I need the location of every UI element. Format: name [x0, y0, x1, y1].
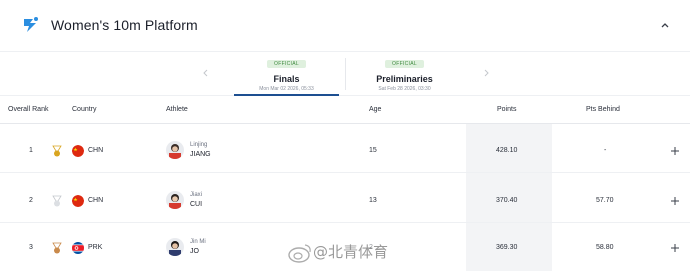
- tab-date: Mon Mar 02 2026, 05:33: [259, 86, 314, 92]
- gold-medal-icon: [52, 145, 62, 157]
- pts-behind: 58.80: [596, 244, 614, 251]
- athlete-avatar: [166, 238, 184, 256]
- event-title: Women's 10m Platform: [51, 17, 198, 33]
- tab-date: Sat Feb 28 2026, 03:30: [378, 86, 431, 92]
- points: 370.40: [496, 197, 518, 204]
- silver-medal-icon: [52, 195, 62, 207]
- athlete-avatar: [166, 191, 184, 209]
- flag-chn-icon: [72, 145, 84, 157]
- athlete-avatar: [166, 141, 184, 159]
- athlete-last-name[interactable]: JIANG: [190, 151, 211, 158]
- tab-divider: [345, 58, 346, 90]
- country-code: CHN: [88, 147, 104, 154]
- athlete-first-name: Jin Mi: [190, 239, 206, 245]
- status-badge: OFFICIAL: [267, 60, 306, 68]
- country-code: PRK: [88, 244, 103, 251]
- col-country[interactable]: Country: [72, 106, 97, 113]
- table-row[interactable]: 2 CHN Jiaxi CUI 13 370.40 57.70: [0, 174, 690, 223]
- rank: 1: [29, 147, 33, 154]
- results-table-header: Overall Rank Country Athlete Age Points …: [0, 96, 690, 124]
- expand-plus-icon[interactable]: [670, 196, 680, 206]
- age: 15: [369, 147, 377, 154]
- table-row[interactable]: 1 CHN Linjing JIANG 15 428.10 -: [0, 124, 690, 173]
- col-points[interactable]: Points: [497, 106, 516, 113]
- col-age[interactable]: Age: [369, 106, 381, 113]
- expand-plus-icon[interactable]: [670, 146, 680, 156]
- flag-chn-icon: [72, 195, 84, 207]
- chevron-up-icon[interactable]: [659, 20, 671, 30]
- event-header: Women's 10m Platform: [0, 0, 690, 52]
- rank: 3: [29, 244, 33, 251]
- age: 13: [369, 197, 377, 204]
- pts-behind: -: [604, 147, 607, 154]
- tab-label: Preliminaries: [376, 74, 433, 84]
- athlete-last-name[interactable]: CUI: [190, 201, 202, 208]
- athlete-last-name[interactable]: JO: [190, 248, 199, 255]
- bronze-medal-icon: [52, 242, 62, 254]
- athlete-first-name: Jiaxi: [190, 192, 203, 198]
- chevron-left-icon[interactable]: [201, 67, 211, 79]
- pts-behind: 57.70: [596, 197, 614, 204]
- tab-label: Finals: [273, 74, 300, 84]
- flag-prk-icon: [72, 242, 84, 254]
- watermark: @北青体育: [313, 243, 389, 261]
- expand-plus-icon[interactable]: [670, 243, 680, 253]
- phase-tabs: OFFICIAL Finals Mon Mar 02 2026, 05:33 O…: [0, 52, 690, 96]
- points: 369.30: [496, 244, 518, 251]
- col-overall-rank[interactable]: Overall Rank: [8, 106, 48, 113]
- aquatics-logo-icon: [24, 17, 38, 32]
- tab-preliminaries[interactable]: OFFICIAL Preliminaries Sat Feb 28 2026, …: [352, 52, 457, 96]
- weibo-watermark-icon: [288, 244, 311, 263]
- col-athlete[interactable]: Athlete: [166, 106, 188, 113]
- status-badge: OFFICIAL: [385, 60, 424, 68]
- rank: 2: [29, 197, 33, 204]
- athlete-first-name: Linjing: [190, 142, 208, 148]
- points: 428.10: [496, 147, 518, 154]
- chevron-right-icon[interactable]: [481, 67, 491, 79]
- country-code: CHN: [88, 197, 104, 204]
- tab-finals[interactable]: OFFICIAL Finals Mon Mar 02 2026, 05:33: [234, 52, 339, 96]
- col-pts-behind[interactable]: Pts Behind: [586, 106, 620, 113]
